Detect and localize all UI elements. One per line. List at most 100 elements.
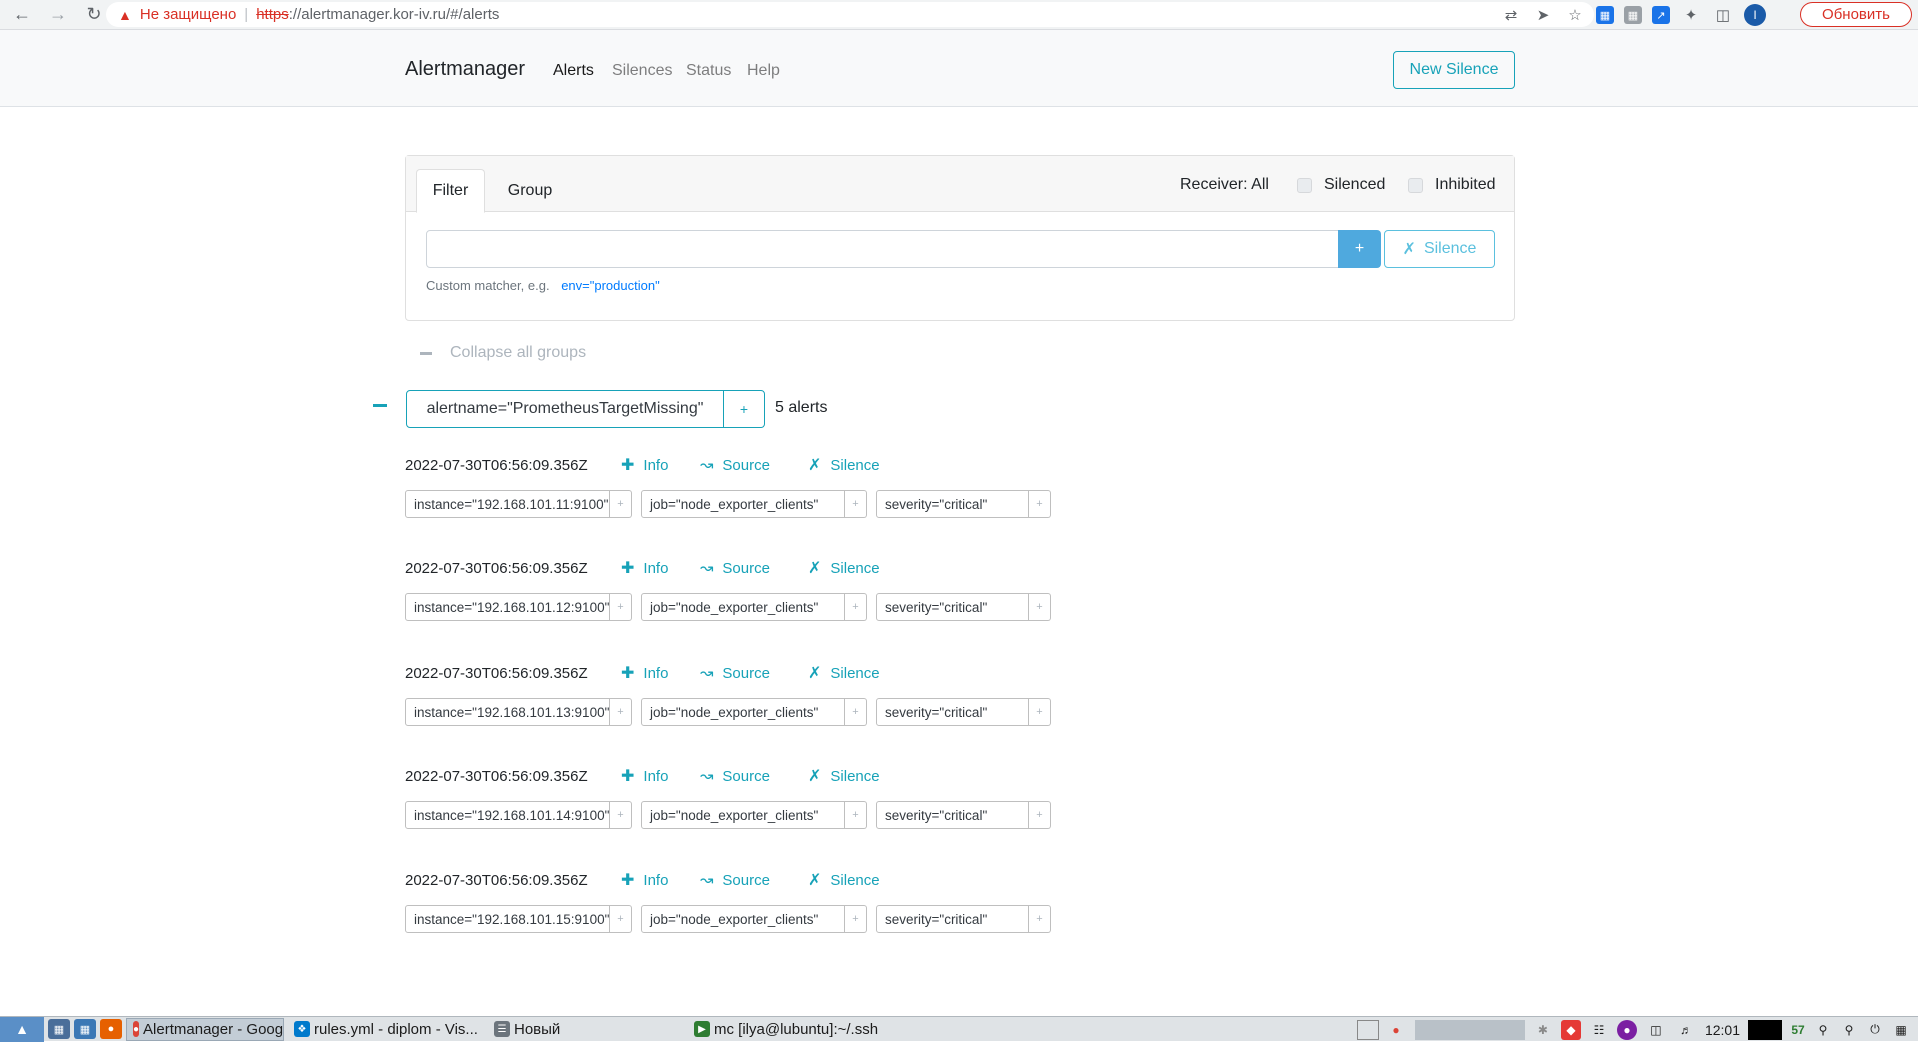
nav-alerts[interactable]: Alerts xyxy=(553,62,594,80)
label-add-button[interactable]: + xyxy=(845,698,867,726)
tab-filter[interactable]: Filter xyxy=(416,169,485,213)
label-add-button[interactable]: + xyxy=(845,490,867,518)
label-filter-button[interactable]: job="node_exporter_clients" xyxy=(641,905,845,933)
label-filter-button[interactable]: severity="critical" xyxy=(876,698,1029,726)
group-label[interactable]: alertname="PrometheusTargetMissing" xyxy=(406,390,724,428)
label-add-button[interactable]: + xyxy=(1029,490,1051,518)
extension-2-icon[interactable]: ▦ xyxy=(1624,6,1642,24)
label-add-button[interactable]: + xyxy=(845,801,867,829)
back-icon[interactable]: ← xyxy=(8,1,36,29)
lock-icon[interactable]: ⚲ xyxy=(1814,1020,1832,1040)
lock-screen-icon[interactable]: ⚲ xyxy=(1840,1020,1858,1040)
display-icon[interactable]: ◫ xyxy=(1645,1020,1667,1040)
forward-icon[interactable]: → xyxy=(44,1,72,29)
alert-silence-button[interactable]: ✗ Silence xyxy=(808,558,880,578)
desktop-icon[interactable]: ▦ xyxy=(48,1019,70,1039)
network-tray-icon[interactable]: ☷ xyxy=(1589,1020,1609,1040)
alert-info-button[interactable]: ✚ Info xyxy=(621,766,668,786)
label-filter-button[interactable]: job="node_exporter_clients" xyxy=(641,801,845,829)
alert-source-button[interactable]: ↝ Source xyxy=(700,663,770,683)
label-filter-button[interactable]: instance="192.168.101.13:9100" xyxy=(405,698,610,726)
label-add-button[interactable]: + xyxy=(1029,698,1051,726)
file-manager-icon[interactable]: ▦ xyxy=(74,1019,96,1039)
label-add-button[interactable]: + xyxy=(610,593,632,621)
workspace-switcher[interactable] xyxy=(1414,1019,1525,1040)
translate-icon[interactable]: ⇄ xyxy=(1500,4,1522,26)
label-filter-button[interactable]: job="node_exporter_clients" xyxy=(641,490,845,518)
label-add-button[interactable]: + xyxy=(610,801,632,829)
inhibited-checkbox[interactable] xyxy=(1408,177,1423,193)
filter-input[interactable] xyxy=(426,230,1339,268)
alert-info-button[interactable]: ✚ Info xyxy=(621,870,668,890)
label-filter-button[interactable]: job="node_exporter_clients" xyxy=(641,593,845,621)
label-add-button[interactable]: + xyxy=(845,905,867,933)
extension-1-icon[interactable]: ▦ xyxy=(1596,6,1614,24)
start-menu-icon[interactable]: ▲ xyxy=(0,1016,44,1042)
alert-info-button[interactable]: ✚ Info xyxy=(621,558,668,578)
label-add-button[interactable]: + xyxy=(1029,801,1051,829)
update-button[interactable]: Обновить xyxy=(1800,2,1912,27)
nav-status[interactable]: Status xyxy=(686,62,731,80)
group-collapse-icon[interactable] xyxy=(373,404,387,407)
alert-source-button[interactable]: ↝ Source xyxy=(700,558,770,578)
inhibited-toggle[interactable]: Inhibited xyxy=(1408,176,1496,194)
task-vscode[interactable]: ❖ rules.yml - diplom - Vis... xyxy=(288,1018,484,1041)
task-terminal[interactable]: ▶ mc [ilya@lubuntu]:~/.ssh xyxy=(688,1018,908,1041)
address-bar[interactable]: ▲ Не защищено | https ://alertmanager.ko… xyxy=(106,2,1594,27)
alert-source-button[interactable]: ↝ Source xyxy=(700,455,770,475)
reload-icon[interactable]: ↻ xyxy=(80,1,108,29)
firefox-icon[interactable]: ● xyxy=(100,1019,122,1039)
label-add-button[interactable]: + xyxy=(610,490,632,518)
send-icon[interactable]: ➤ xyxy=(1532,4,1554,26)
group-add-filter-button[interactable]: + xyxy=(723,390,765,428)
extension-3-icon[interactable]: ↗ xyxy=(1652,6,1670,24)
label-filter-button[interactable]: instance="192.168.101.15:9100" xyxy=(405,905,610,933)
nav-silences[interactable]: Silences xyxy=(612,62,672,80)
collapse-all-button[interactable]: Collapse all groups xyxy=(420,344,586,362)
show-desktop-icon[interactable]: ▦ xyxy=(1892,1020,1910,1040)
clock[interactable]: 12:01 xyxy=(1705,1022,1740,1038)
label-filter-button[interactable]: severity="critical" xyxy=(876,490,1029,518)
task-alertmanager[interactable]: ● Alertmanager - Google... xyxy=(126,1017,284,1041)
git-icon[interactable]: ◆ xyxy=(1560,1019,1581,1040)
volume-icon[interactable]: ♬ xyxy=(1675,1020,1697,1040)
alert-silence-button[interactable]: ✗ Silence xyxy=(808,870,880,890)
label-filter-button[interactable]: severity="critical" xyxy=(876,593,1029,621)
security-label[interactable]: Не защищено xyxy=(140,6,236,23)
silenced-checkbox[interactable] xyxy=(1297,177,1312,193)
label-add-button[interactable]: + xyxy=(1029,905,1051,933)
nav-help[interactable]: Help xyxy=(747,62,780,80)
extensions-puzzle-icon[interactable]: ✦ xyxy=(1680,4,1702,26)
label-add-button[interactable]: + xyxy=(1029,593,1051,621)
power-icon[interactable]: ⏻ xyxy=(1866,1020,1884,1040)
filter-silence-button[interactable]: ✗ Silence xyxy=(1384,230,1495,268)
receiver-select[interactable]: Receiver: All xyxy=(1180,176,1269,194)
side-panel-icon[interactable]: ◫ xyxy=(1712,4,1734,26)
window-list-icon[interactable] xyxy=(1356,1019,1379,1040)
filter-add-button[interactable]: + xyxy=(1338,230,1381,268)
tab-group[interactable]: Group xyxy=(494,169,566,213)
bluetooth-icon[interactable]: ✱ xyxy=(1533,1020,1553,1040)
label-add-button[interactable]: + xyxy=(610,905,632,933)
alert-source-button[interactable]: ↝ Source xyxy=(700,766,770,786)
bookmark-star-icon[interactable]: ☆ xyxy=(1564,4,1586,26)
label-add-button[interactable]: + xyxy=(610,698,632,726)
alert-silence-button[interactable]: ✗ Silence xyxy=(808,455,880,475)
label-filter-button[interactable]: instance="192.168.101.12:9100" xyxy=(405,593,610,621)
label-filter-button[interactable]: job="node_exporter_clients" xyxy=(641,698,845,726)
label-filter-button[interactable]: instance="192.168.101.11:9100" xyxy=(405,490,610,518)
helper-example-link[interactable]: env="production" xyxy=(561,278,660,293)
brand-link[interactable]: Alertmanager xyxy=(405,58,525,81)
label-filter-button[interactable]: severity="critical" xyxy=(876,801,1029,829)
label-filter-button[interactable]: severity="critical" xyxy=(876,905,1029,933)
alert-silence-button[interactable]: ✗ Silence xyxy=(808,663,880,683)
app-tray-icon[interactable]: ● xyxy=(1616,1019,1637,1040)
alert-source-button[interactable]: ↝ Source xyxy=(700,870,770,890)
alert-silence-button[interactable]: ✗ Silence xyxy=(808,766,880,786)
task-new[interactable]: ☰ Новый xyxy=(488,1018,684,1041)
silenced-toggle[interactable]: Silenced xyxy=(1297,176,1385,194)
alert-info-button[interactable]: ✚ Info xyxy=(621,455,668,475)
label-add-button[interactable]: + xyxy=(845,593,867,621)
alert-info-button[interactable]: ✚ Info xyxy=(621,663,668,683)
label-filter-button[interactable]: instance="192.168.101.14:9100" xyxy=(405,801,610,829)
